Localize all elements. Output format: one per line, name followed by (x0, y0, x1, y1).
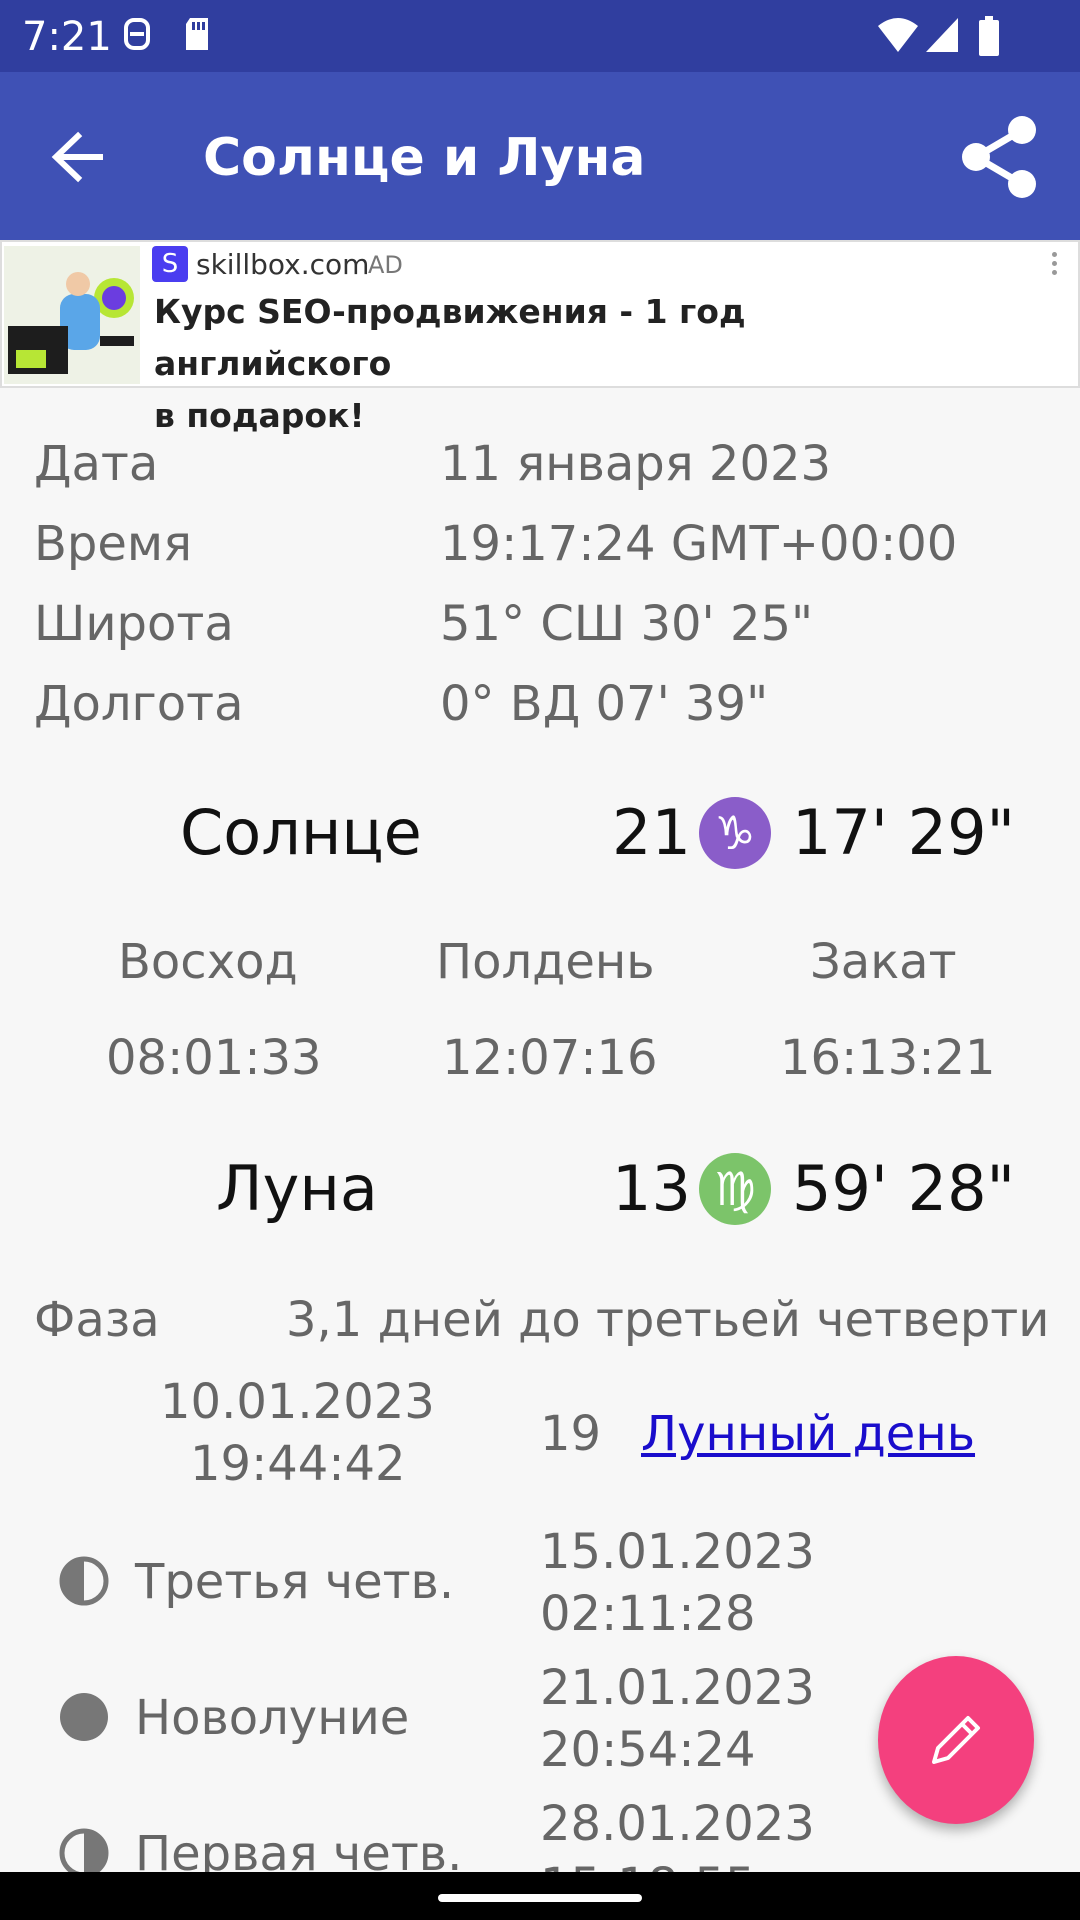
battery-icon (979, 16, 999, 56)
back-arrow-icon[interactable] (44, 122, 114, 192)
sunrise-time: 08:01:33 (106, 1030, 322, 1086)
pencil-icon (932, 1716, 980, 1764)
page-title: Солнце и Луна (203, 128, 646, 188)
virgo-icon: ♍ (699, 1153, 771, 1225)
phase-0-date: 15.01.2023 (540, 1524, 815, 1580)
phase-value: 3,1 дней до третьей четверти (286, 1292, 1050, 1348)
capricorn-icon: ♑ (699, 797, 771, 869)
moon-degree: 13 (612, 1152, 691, 1225)
lunar-day-link[interactable]: Лунный день (641, 1406, 975, 1462)
phase-0-label: Третья четв. (135, 1554, 455, 1610)
signal-icon (926, 18, 958, 52)
sd-card-icon (186, 18, 208, 50)
app-bar: Солнце и Луна (0, 72, 1080, 240)
noon-label: Полдень (436, 934, 655, 990)
lunar-day-number: 19 (540, 1406, 602, 1462)
ad-banner[interactable]: S skillbox.com AD Курс SEO-продвижения -… (0, 240, 1080, 435)
assistant-icon (124, 18, 150, 50)
phase-1-label: Новолуние (135, 1690, 410, 1746)
date-label: Дата (34, 436, 159, 492)
sun-title: Солнце (180, 796, 422, 869)
home-handle[interactable] (438, 1894, 642, 1902)
lunar-day-start-time: 19:44:42 (190, 1436, 406, 1492)
sun-minutes: 17' 29" (792, 796, 1016, 869)
phase-1-time: 20:54:24 (540, 1722, 756, 1778)
phase-2-date: 28.01.2023 (540, 1796, 815, 1852)
time-label: Время (34, 516, 193, 572)
new-moon-icon (60, 1693, 108, 1741)
ad-headline[interactable]: Курс SEO-продвижения - 1 год английского… (154, 286, 944, 442)
ad-domain[interactable]: skillbox.com (196, 248, 369, 281)
ad-brand-icon: S (152, 246, 188, 282)
phase-1-date: 21.01.2023 (540, 1660, 815, 1716)
edit-button[interactable] (878, 1656, 1034, 1824)
ad-label: AD (368, 251, 403, 279)
third-quarter-icon (59, 1556, 109, 1606)
longitude-value: 0° ВД 07' 39" (440, 676, 769, 732)
lunar-day-start-date: 10.01.2023 (160, 1374, 435, 1430)
moon-minutes: 59' 28" (792, 1152, 1016, 1225)
share-icon[interactable] (960, 114, 1040, 200)
ad-headline-line1: Курс SEO-продвижения - 1 год английского (154, 292, 746, 383)
ad-headline-line2: в подарок! (154, 396, 365, 435)
longitude-label: Долгота (34, 676, 244, 732)
first-quarter-icon (59, 1828, 109, 1878)
sunset-time: 16:13:21 (780, 1030, 996, 1086)
latitude-value: 51° СШ 30' 25" (440, 596, 814, 652)
wifi-icon (878, 18, 918, 52)
sunrise-label: Восход (118, 934, 298, 990)
noon-time: 12:07:16 (442, 1030, 658, 1086)
phase-label: Фаза (34, 1292, 160, 1348)
navigation-bar (0, 1872, 1080, 1920)
phase-0-time: 02:11:28 (540, 1586, 756, 1642)
status-bar: 7:21 (0, 0, 1080, 72)
date-value: 11 января 2023 (440, 436, 832, 492)
sunset-label: Закат (810, 934, 957, 990)
time-value: 19:17:24 GMT+00:00 (440, 516, 958, 572)
ad-image[interactable] (4, 246, 140, 384)
ad-more-icon[interactable] (1044, 248, 1064, 288)
moon-title: Луна (216, 1152, 378, 1225)
sun-degree: 21 (612, 796, 691, 869)
latitude-label: Широта (34, 596, 234, 652)
status-time: 7:21 (22, 14, 112, 60)
